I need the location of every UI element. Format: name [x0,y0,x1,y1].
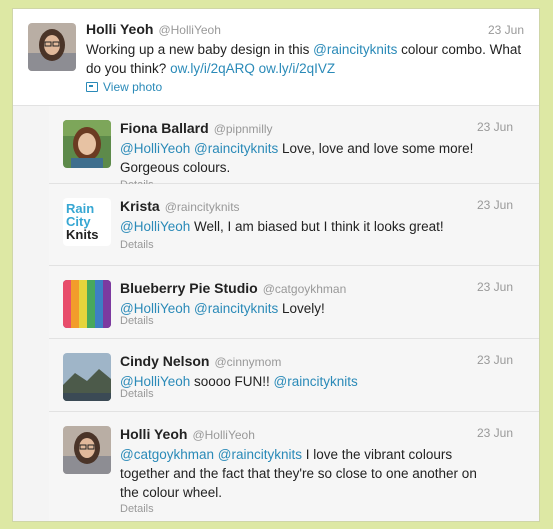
author-handle[interactable]: @HolliYeoh [158,23,220,37]
details-link[interactable]: Details [120,388,154,400]
author-name[interactable]: Cindy Nelson [120,353,209,369]
tweet-time[interactable]: 23 Jun [477,426,513,440]
photo-icon [86,82,98,92]
reply-tweet[interactable]: Rain City Knits Krista @raincityknits 23 … [49,184,539,266]
reply-tweet[interactable]: Cindy Nelson @cinnymom 23 Jun @HolliYeoh … [49,339,539,412]
tweet-time[interactable]: 23 Jun [477,280,513,294]
mention-link[interactable]: @HolliYeoh [120,141,190,156]
tweet-text: @HolliYeoh @raincityknits Love, love and… [120,141,474,175]
details-link[interactable]: Details [120,503,154,515]
mention-link[interactable]: @HolliYeoh [120,219,190,234]
main-tweet[interactable]: Holli Yeoh @HolliYeoh 23 Jun Working up a… [13,9,539,106]
reply-tweet[interactable]: Holli Yeoh @HolliYeoh 23 Jun @catgoykhman… [49,412,539,521]
tweet-time[interactable]: 23 Jun [477,198,513,212]
author-name[interactable]: Holli Yeoh [120,426,187,442]
author-handle[interactable]: @HolliYeoh [192,428,254,442]
tweet-time[interactable]: 23 Jun [477,120,513,134]
author-handle[interactable]: @cinnymom [214,355,281,369]
avatar[interactable] [28,23,76,71]
mention-link[interactable]: @HolliYeoh [120,301,190,316]
tweet-text: @catgoykhman @raincityknits I love the v… [120,447,477,500]
conversation-panel: Holli Yeoh @HolliYeoh 23 Jun Working up a… [12,8,540,522]
mention-link[interactable]: @raincityknits [194,301,278,316]
tweet-time[interactable]: 23 Jun [477,353,513,367]
tweet-text: @HolliYeoh @raincityknits Lovely! [120,301,325,316]
tweet-text: @HolliYeoh soooo FUN!! @raincityknits [120,374,358,389]
author-name[interactable]: Holli Yeoh [86,21,153,37]
author-handle[interactable]: @raincityknits [165,200,240,214]
author-name[interactable]: Blueberry Pie Studio [120,280,258,296]
logo: Rain City Knits [66,201,99,242]
avatar[interactable] [63,280,111,328]
tweet-text: Working up a new baby design in this @ra… [86,42,522,76]
avatar[interactable] [63,426,111,474]
author-name[interactable]: Fiona Ballard [120,120,209,136]
details-link[interactable]: Details [120,239,154,251]
avatar[interactable]: Rain City Knits [63,198,111,246]
view-photo-link[interactable]: View photo [86,80,162,94]
mention-link[interactable]: @raincityknits [313,42,397,57]
reply-tweet[interactable]: Fiona Ballard @pipnmilly 23 Jun @HolliYeo… [49,106,539,191]
mention-link[interactable]: @catgoykhman [120,447,214,462]
tweet-text: @HolliYeoh Well, I am biased but I think… [120,219,444,234]
url-link[interactable]: ow.ly/i/2qARQ [170,61,255,76]
avatar[interactable] [63,353,111,401]
reply-tweet[interactable]: Blueberry Pie Studio @catgoykhman 23 Jun … [49,266,539,339]
mention-link[interactable]: @raincityknits [218,447,302,462]
mention-link[interactable]: @raincityknits [274,374,358,389]
url-link[interactable]: ow.ly/i/2qIVZ [259,61,336,76]
author-name[interactable]: Krista [120,198,160,214]
details-link[interactable]: Details [120,315,154,327]
author-handle[interactable]: @pipnmilly [214,122,273,136]
tweet-time[interactable]: 23 Jun [488,23,524,37]
avatar[interactable] [63,120,111,168]
mention-link[interactable]: @HolliYeoh [120,374,190,389]
author-handle[interactable]: @catgoykhman [263,282,347,296]
mention-link[interactable]: @raincityknits [194,141,278,156]
